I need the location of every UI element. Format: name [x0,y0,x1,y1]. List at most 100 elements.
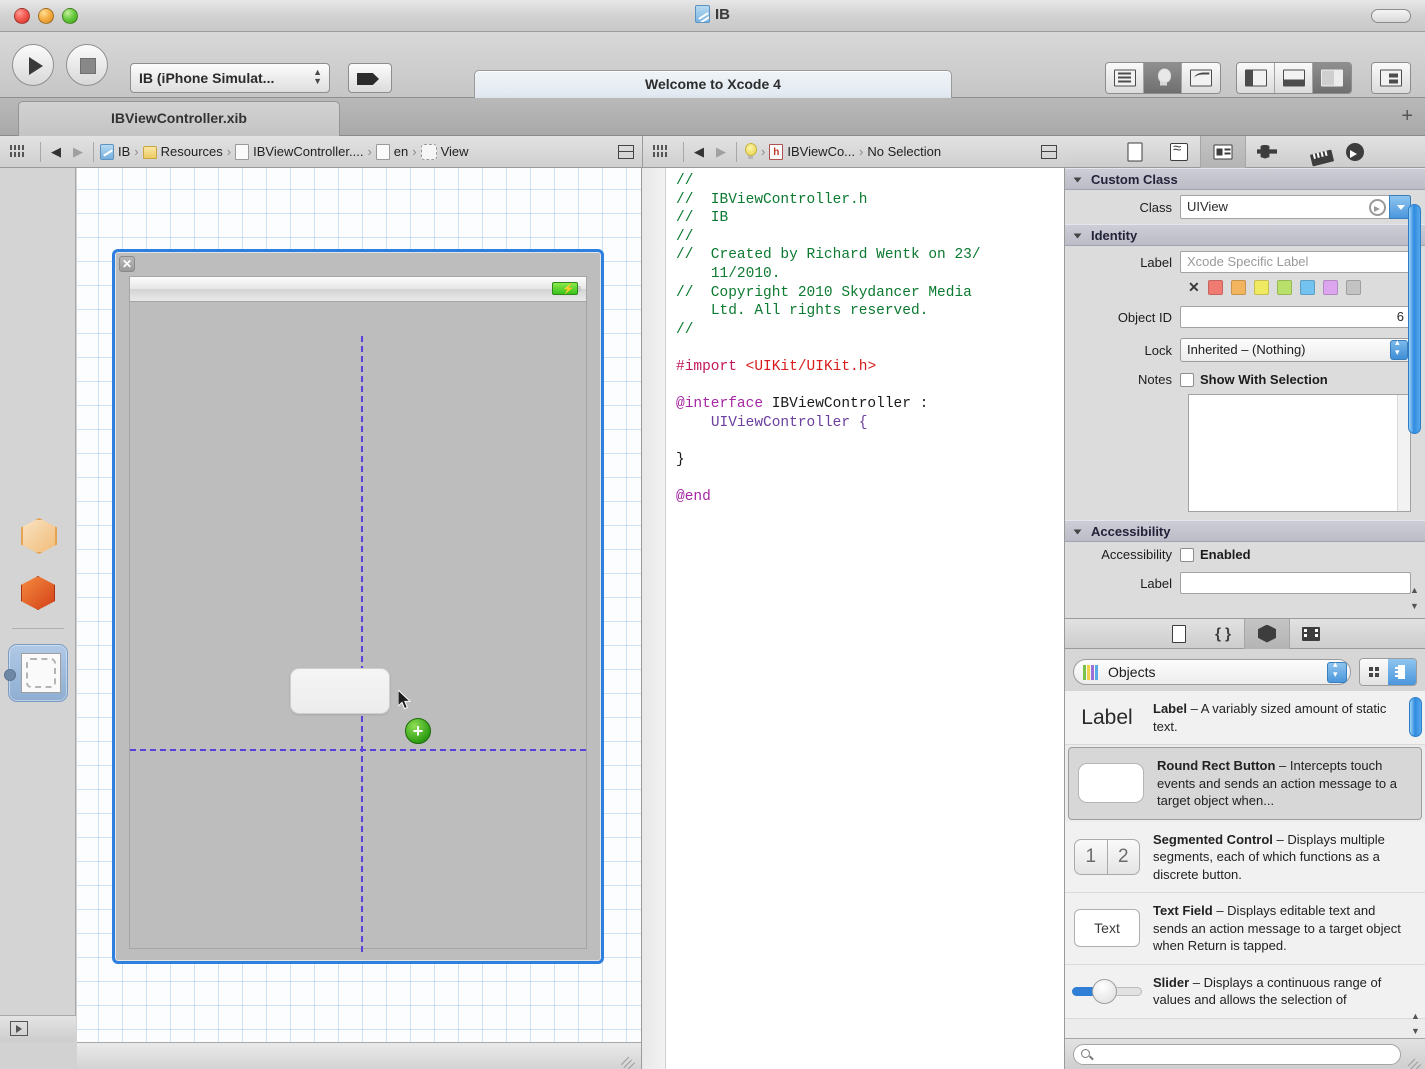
dock-item-files-owner[interactable] [16,512,60,556]
swatch-red[interactable] [1207,280,1223,295]
file-template-library-tab[interactable] [1157,619,1201,649]
view-toggle-segments[interactable] [1236,62,1352,94]
breadcrumb-project[interactable]: IB [98,143,132,160]
iphone-view-canvas[interactable]: ✕ ⚡ + [112,249,604,964]
stop-button[interactable] [66,44,108,86]
list-item[interactable]: Label Label – A variably sized amount of… [1065,691,1425,745]
breadcrumb-view[interactable]: View [419,143,471,160]
version-editor-button[interactable] [1182,63,1220,93]
object-library-tab[interactable] [1245,618,1289,649]
chevron-updown-icon[interactable] [1327,659,1347,683]
attributes-inspector-tab[interactable] [1245,136,1289,168]
show-with-selection-checkbox[interactable] [1180,372,1194,387]
resize-grip-icon[interactable] [1409,1053,1421,1065]
library-scrollbar[interactable] [1409,697,1422,997]
section-header-accessibility[interactable]: Accessibility [1065,520,1425,542]
dock-item-view[interactable] [4,644,68,702]
forward-button[interactable]: ▶ [67,144,89,160]
dock-expand-button[interactable] [10,1021,28,1036]
connections-inspector-tab[interactable] [1333,136,1377,168]
add-tab-button[interactable]: + [1401,106,1413,126]
clear-color-icon[interactable]: ✕ [1188,279,1200,296]
scrollbar-thumb[interactable] [1408,204,1421,434]
close-icon[interactable]: ✕ [119,256,135,272]
breadcrumb-locale[interactable]: en [374,143,410,160]
split-editor-icon[interactable] [618,144,634,159]
library-view-mode-toggle[interactable] [1359,658,1417,686]
scrollbar-thumb[interactable] [1409,697,1422,737]
code-snippet-library-tab[interactable]: { } [1201,619,1245,649]
dragged-round-rect-button[interactable] [290,668,390,714]
file-inspector-tab[interactable] [1113,136,1157,168]
size-inspector-tab[interactable] [1289,136,1335,168]
list-item[interactable]: 12 Segmented Control – Displays multiple… [1065,821,1425,893]
lock-dropdown[interactable]: Inherited – (Nothing) [1180,337,1411,362]
split-editor-icon[interactable] [1041,144,1057,159]
search-icon [1081,1049,1090,1058]
tab-ibviewcontroller-xib[interactable]: IBViewController.xib [18,101,340,136]
accessibility-label-input[interactable] [1180,572,1411,594]
identity-inspector-tab[interactable] [1201,135,1245,168]
back-button[interactable]: ◀ [688,144,710,160]
scroll-down-arrow-icon[interactable]: ▼ [1409,1024,1422,1038]
organizer-button[interactable] [1371,62,1411,94]
standard-editor-button[interactable] [1106,63,1144,93]
search-input[interactable] [1073,1044,1401,1065]
utilities-toggle-button[interactable] [1313,63,1351,93]
list-item[interactable]: Round Rect Button – Intercepts touch eve… [1068,747,1422,820]
inspector-scroll-arrows[interactable]: ▲ ▼ [1408,583,1421,617]
breadcrumb-xib[interactable]: IBViewController.... [233,143,365,160]
scroll-up-arrow-icon[interactable]: ▲ [1409,1009,1422,1023]
assistant-editor-button[interactable] [1144,63,1182,93]
accessibility-enabled-checkbox[interactable] [1180,547,1194,562]
canvas-grid-area[interactable]: ✕ ⚡ + [77,168,641,1042]
back-button[interactable]: ◀ [45,144,67,160]
swatch-orange[interactable] [1230,280,1246,295]
related-items-icon[interactable] [10,145,26,158]
list-item[interactable]: Slider – Displays a continuous range of … [1065,964,1425,1019]
section-header-custom-class[interactable]: Custom Class [1065,168,1425,190]
inspector-scrollbar[interactable] [1408,204,1421,604]
scheme-selector[interactable]: IB (iPhone Simulat... ▲ ▼ [130,63,330,93]
breadcrumb-no-selection[interactable]: No Selection [865,144,943,159]
chevron-updown-icon[interactable] [1390,337,1408,360]
editor-mode-segments[interactable] [1105,62,1221,94]
run-button[interactable] [12,44,54,86]
section-header-identity[interactable]: Identity [1065,224,1425,246]
file-icon [375,143,390,160]
view-body[interactable] [129,302,587,949]
jump-to-definition-icon[interactable] [1369,199,1386,216]
swatch-purple[interactable] [1322,280,1338,295]
scroll-down-arrow-icon[interactable]: ▼ [1408,599,1421,613]
breadcrumb-header-file[interactable]: h IBViewCo... [767,143,857,160]
quick-help-inspector-tab[interactable] [1157,136,1201,168]
dock-item-first-responder[interactable] [16,570,60,614]
swatch-blue[interactable] [1299,280,1315,295]
library-scroll-arrows[interactable]: ▲ ▼ [1409,1009,1422,1039]
related-items-icon[interactable] [653,145,669,158]
grid-view-button[interactable] [1360,659,1388,685]
fullscreen-button[interactable] [1371,9,1411,23]
swatch-green[interactable] [1276,280,1292,295]
list-item[interactable]: Text Text Field – Displays editable text… [1065,893,1425,965]
organizer-segment[interactable] [1372,63,1410,93]
navigator-toggle-button[interactable] [1237,63,1275,93]
xcode-label-input[interactable]: Xcode Specific Label [1180,251,1411,273]
scroll-up-arrow-icon[interactable]: ▲ [1408,583,1421,597]
library-item-list[interactable]: Label Label – A variably sized amount of… [1065,691,1425,1039]
library-category-dropdown[interactable]: Objects [1073,659,1351,685]
media-library-tab[interactable] [1289,619,1333,649]
breakpoints-button[interactable] [348,63,392,93]
source-code-area[interactable]: // // IBViewController.h // IB // // Cre… [676,172,1058,507]
notes-textarea[interactable] [1188,394,1411,512]
debug-area-toggle-button[interactable] [1275,63,1313,93]
code-interface-keyword: @interface [676,396,764,413]
forward-button[interactable]: ▶ [710,144,732,160]
class-field[interactable]: UIView [1180,195,1411,219]
breadcrumb-resources[interactable]: Resources [141,144,225,159]
resize-grip-icon[interactable] [622,1050,635,1063]
list-view-button[interactable] [1388,659,1416,685]
breadcrumb-counterparts[interactable] [741,143,759,160]
swatch-yellow[interactable] [1253,280,1269,295]
swatch-gray[interactable] [1345,280,1361,295]
